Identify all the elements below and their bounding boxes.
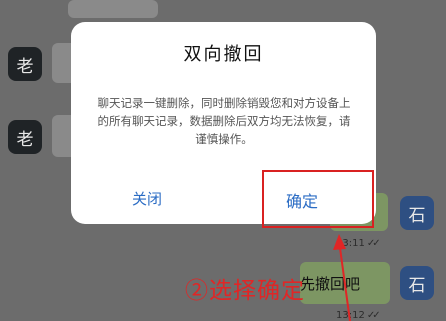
annotation-label: ②选择确定 — [185, 278, 305, 304]
